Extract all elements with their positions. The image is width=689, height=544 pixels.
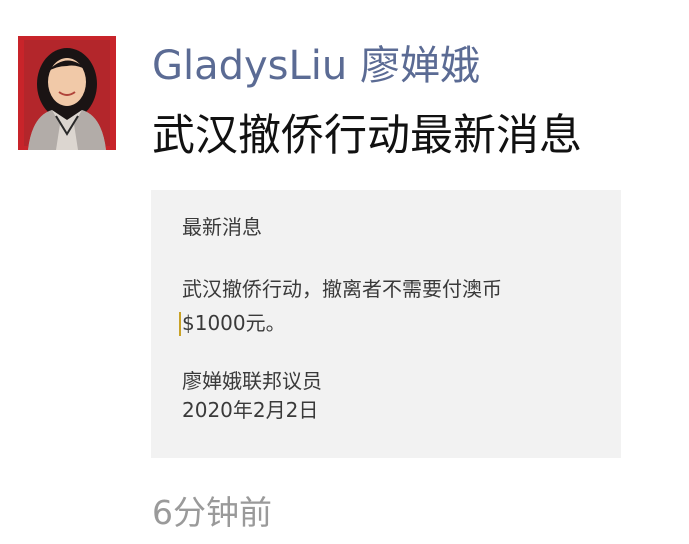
- avatar[interactable]: [18, 36, 116, 150]
- avatar-portrait-image: [18, 36, 116, 150]
- shared-note-card[interactable]: 最新消息 武汉撤侨行动，撤离者不需要付澳币 $1000元。 廖婵娥联邦议员 20…: [151, 190, 621, 458]
- text-cursor: [179, 312, 181, 336]
- post-text: 武汉撤侨行动最新消息: [152, 111, 582, 161]
- card-date: 2020年2月2日: [182, 398, 319, 422]
- card-heading: 最新消息: [182, 215, 262, 239]
- post-author-name[interactable]: GladysLiu 廖婵娥: [152, 40, 480, 92]
- post-timestamp: 6分钟前: [152, 493, 272, 532]
- card-body-line-1: 武汉撤侨行动，撤离者不需要付澳币: [182, 277, 502, 301]
- card-body-line-2: $1000元。: [182, 311, 286, 335]
- card-signature: 廖婵娥联邦议员: [182, 369, 322, 393]
